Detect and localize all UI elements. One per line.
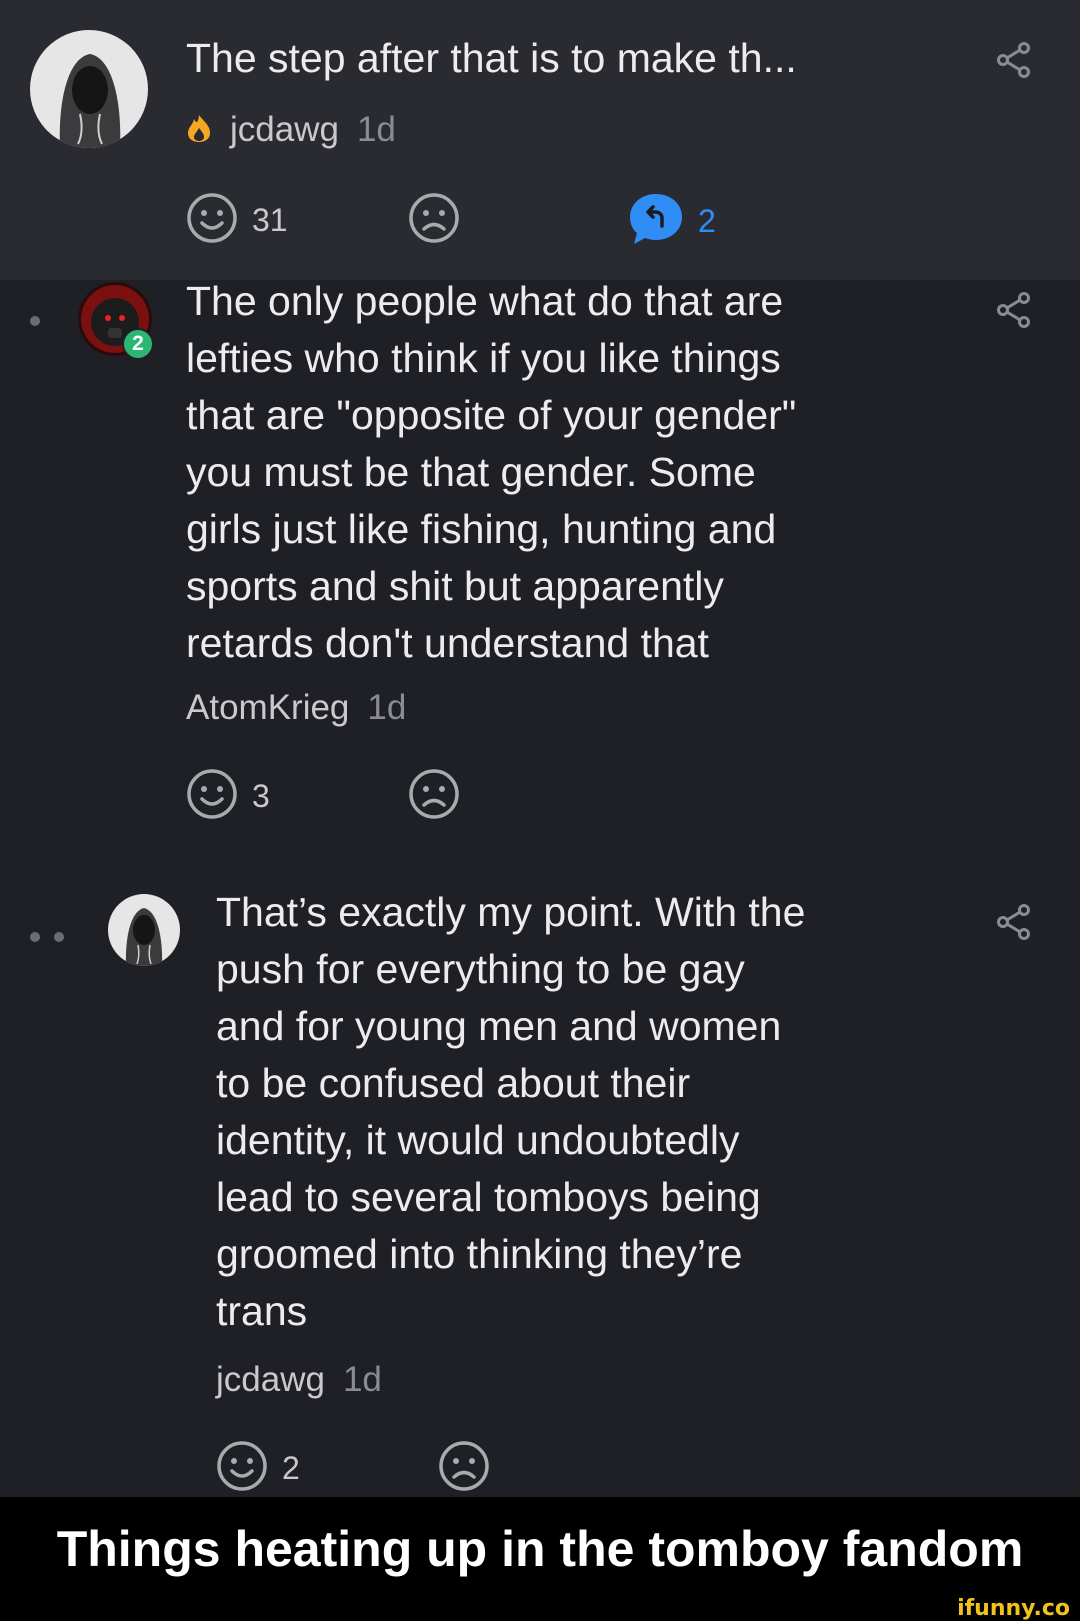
comment-meta: jcdawg 1d [216,1360,382,1400]
smile-reaction[interactable]: 2 [216,1440,300,1497]
ifunny-watermark: ifunny.co [957,1596,1070,1621]
smile-icon [186,768,238,825]
comment-3: That’s exactly my point. With the push f… [0,880,1080,1497]
share-icon[interactable] [996,42,1032,78]
frown-icon [408,768,460,825]
share-icon[interactable] [996,904,1032,940]
share-icon[interactable] [996,292,1032,328]
comment-meta: jcdawg 1d [186,110,396,152]
username[interactable]: AtomKrieg [186,688,349,727]
smile-count: 3 [252,778,270,814]
timestamp: 1d [367,688,407,727]
comment-text[interactable]: The step after that is to make th... [186,30,797,87]
unsmile-reaction[interactable] [408,768,460,825]
smile-icon [216,1440,268,1497]
timestamp: 1d [342,1360,382,1399]
comment-meta: AtomKrieg 1d [186,688,406,728]
fire-icon [186,112,212,152]
level-badge: 2 [122,328,154,360]
username[interactable]: jcdawg [230,110,339,149]
smile-icon [186,192,238,249]
username[interactable]: jcdawg [216,1360,325,1399]
reply-icon [628,192,684,251]
meme-caption: Things heating up in the tomboy fandom [0,1497,1080,1601]
thread-depth-indicator [30,316,40,326]
reply-count: 2 [698,203,716,239]
comment-text[interactable]: That’s exactly my point. With the push f… [216,884,805,1340]
comment-2: 2 The only people what do that are lefti… [0,278,1080,880]
replies-button[interactable]: 2 [628,192,716,251]
timestamp: 1d [356,110,396,149]
smile-reaction[interactable]: 31 [186,192,288,249]
avatar[interactable] [108,894,180,966]
comment-1: The step after that is to make th... jcd… [0,0,1080,280]
unsmile-reaction[interactable] [438,1440,490,1497]
footer-bar [0,1601,1080,1621]
comment-text[interactable]: The only people what do that are lefties… [186,273,796,672]
smile-reaction[interactable]: 3 [186,768,270,825]
smile-count: 2 [282,1450,300,1486]
frown-icon [438,1440,490,1497]
frown-icon [408,192,460,249]
avatar[interactable] [30,30,148,148]
thread-depth-indicator [30,932,64,942]
unsmile-reaction[interactable] [408,192,460,249]
smile-count: 31 [252,202,288,238]
